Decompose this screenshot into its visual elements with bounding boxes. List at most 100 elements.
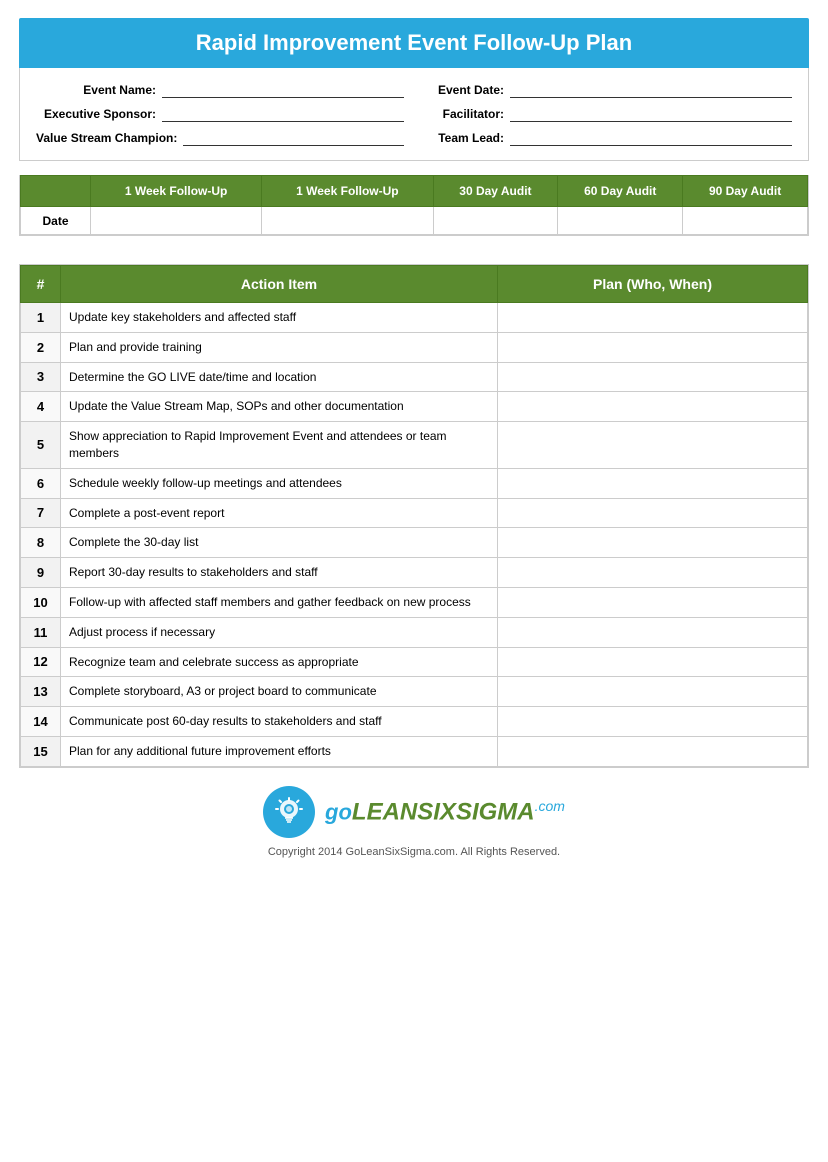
row-action-item: Report 30-day results to stakeholders an… <box>61 558 498 588</box>
logo-dotcom: .com <box>535 798 565 814</box>
table-row: 8Complete the 30-day list <box>21 528 808 558</box>
audit-col-60day: 60 Day Audit <box>558 176 683 207</box>
row-action-item: Recognize team and celebrate success as … <box>61 647 498 677</box>
row-plan[interactable] <box>498 707 808 737</box>
row-number: 4 <box>21 392 61 422</box>
action-col-plan: Plan (Who, When) <box>498 266 808 303</box>
table-row: 1Update key stakeholders and affected st… <box>21 303 808 333</box>
row-plan[interactable] <box>498 587 808 617</box>
row-plan[interactable] <box>498 528 808 558</box>
row-action-item: Plan for any additional future improveme… <box>61 736 498 766</box>
row-number: 13 <box>21 677 61 707</box>
row-action-item: Schedule weekly follow-up meetings and a… <box>61 468 498 498</box>
audit-col-30day: 30 Day Audit <box>433 176 558 207</box>
logo-go: go <box>325 799 352 824</box>
row-number: 8 <box>21 528 61 558</box>
logo-area: goLEANSIXSIGMA.com <box>263 786 565 838</box>
form-row-event-date: Event Date: <box>424 82 792 98</box>
table-row: 11Adjust process if necessary <box>21 617 808 647</box>
audit-date-30day[interactable] <box>433 207 558 235</box>
event-name-input[interactable] <box>162 82 404 98</box>
row-number: 2 <box>21 332 61 362</box>
row-plan[interactable] <box>498 468 808 498</box>
logo-leansixsigma: LEANSIXSIGMA <box>352 798 535 825</box>
row-action-item: Update the Value Stream Map, SOPs and ot… <box>61 392 498 422</box>
action-table-header-row: # Action Item Plan (Who, When) <box>21 266 808 303</box>
table-row: 7Complete a post-event report <box>21 498 808 528</box>
page-wrapper: Rapid Improvement Event Follow-Up Plan E… <box>19 18 809 858</box>
audit-date-row: Date <box>21 207 808 235</box>
audit-date-1week-2[interactable] <box>262 207 433 235</box>
form-section: Event Name: Executive Sponsor: Value Str… <box>19 68 809 161</box>
form-left: Event Name: Executive Sponsor: Value Str… <box>36 82 404 146</box>
action-col-num: # <box>21 266 61 303</box>
team-lead-input[interactable] <box>510 130 792 146</box>
audit-col-1week-2: 1 Week Follow-Up <box>262 176 433 207</box>
table-row: 9Report 30-day results to stakeholders a… <box>21 558 808 588</box>
logo-icon <box>263 786 315 838</box>
row-plan[interactable] <box>498 422 808 469</box>
row-plan[interactable] <box>498 677 808 707</box>
footer: goLEANSIXSIGMA.com Copyright 2014 GoLean… <box>19 786 809 858</box>
row-plan[interactable] <box>498 617 808 647</box>
row-number: 3 <box>21 362 61 392</box>
row-plan[interactable] <box>498 498 808 528</box>
row-number: 15 <box>21 736 61 766</box>
row-number: 10 <box>21 587 61 617</box>
table-row: 6Schedule weekly follow-up meetings and … <box>21 468 808 498</box>
page-header: Rapid Improvement Event Follow-Up Plan <box>19 18 809 68</box>
row-plan[interactable] <box>498 647 808 677</box>
row-number: 11 <box>21 617 61 647</box>
form-row-facilitator: Facilitator: <box>424 106 792 122</box>
vs-champion-input[interactable] <box>183 130 404 146</box>
page-title: Rapid Improvement Event Follow-Up Plan <box>196 30 632 55</box>
audit-col-empty <box>21 176 91 207</box>
audit-table: 1 Week Follow-Up 1 Week Follow-Up 30 Day… <box>20 175 808 235</box>
exec-sponsor-input[interactable] <box>162 106 404 122</box>
row-plan[interactable] <box>498 392 808 422</box>
row-action-item: Follow-up with affected staff members an… <box>61 587 498 617</box>
audit-table-wrap: 1 Week Follow-Up 1 Week Follow-Up 30 Day… <box>19 175 809 236</box>
form-row-vs-champion: Value Stream Champion: <box>36 130 404 146</box>
form-row-team-lead: Team Lead: <box>424 130 792 146</box>
row-number: 7 <box>21 498 61 528</box>
facilitator-input[interactable] <box>510 106 792 122</box>
table-row: 13Complete storyboard, A3 or project boa… <box>21 677 808 707</box>
lightbulb-icon <box>273 796 305 828</box>
table-row: 10Follow-up with affected staff members … <box>21 587 808 617</box>
audit-col-1week-1: 1 Week Follow-Up <box>91 176 262 207</box>
table-row: 5Show appreciation to Rapid Improvement … <box>21 422 808 469</box>
audit-col-90day: 90 Day Audit <box>683 176 808 207</box>
audit-date-label: Date <box>21 207 91 235</box>
audit-date-90day[interactable] <box>683 207 808 235</box>
table-row: 15Plan for any additional future improve… <box>21 736 808 766</box>
event-name-label: Event Name: <box>36 83 156 97</box>
audit-date-1week-1[interactable] <box>91 207 262 235</box>
row-action-item: Update key stakeholders and affected sta… <box>61 303 498 333</box>
vs-champion-label: Value Stream Champion: <box>36 131 177 145</box>
copyright-text: Copyright 2014 GoLeanSixSigma.com. All R… <box>268 846 560 858</box>
row-action-item: Complete a post-event report <box>61 498 498 528</box>
row-plan[interactable] <box>498 558 808 588</box>
row-number: 6 <box>21 468 61 498</box>
form-right: Event Date: Facilitator: Team Lead: <box>424 82 792 146</box>
logo-text: goLEANSIXSIGMA.com <box>325 798 565 826</box>
row-plan[interactable] <box>498 362 808 392</box>
action-table-wrap: # Action Item Plan (Who, When) 1Update k… <box>19 264 809 768</box>
row-action-item: Show appreciation to Rapid Improvement E… <box>61 422 498 469</box>
facilitator-label: Facilitator: <box>424 107 504 121</box>
row-action-item: Communicate post 60-day results to stake… <box>61 707 498 737</box>
row-plan[interactable] <box>498 303 808 333</box>
row-number: 9 <box>21 558 61 588</box>
event-date-input[interactable] <box>510 82 792 98</box>
row-action-item: Determine the GO LIVE date/time and loca… <box>61 362 498 392</box>
audit-date-60day[interactable] <box>558 207 683 235</box>
row-plan[interactable] <box>498 332 808 362</box>
row-action-item: Plan and provide training <box>61 332 498 362</box>
row-plan[interactable] <box>498 736 808 766</box>
row-number: 5 <box>21 422 61 469</box>
row-number: 14 <box>21 707 61 737</box>
team-lead-label: Team Lead: <box>424 131 504 145</box>
table-row: 2Plan and provide training <box>21 332 808 362</box>
table-row: 4Update the Value Stream Map, SOPs and o… <box>21 392 808 422</box>
